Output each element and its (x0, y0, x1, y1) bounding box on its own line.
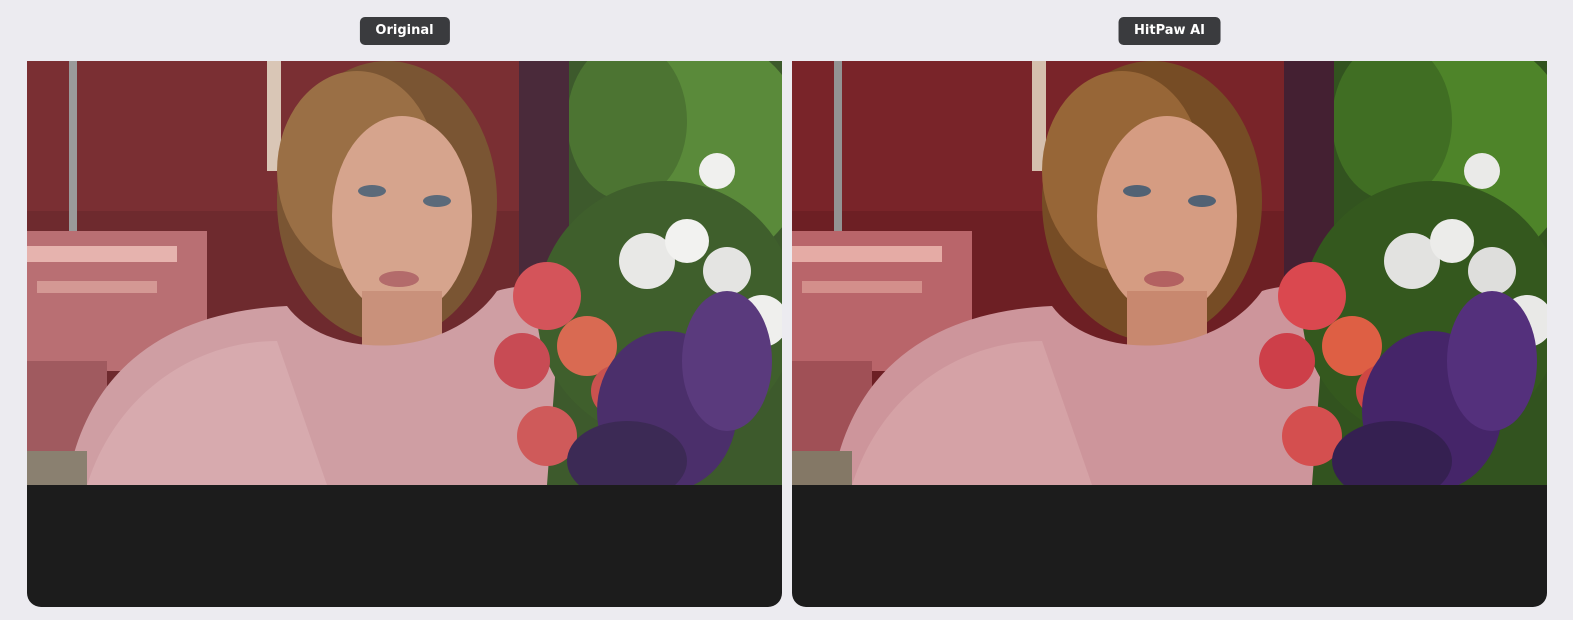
portrait-photo (27, 61, 782, 485)
original-panel: Original (27, 0, 782, 620)
enhanced-image (792, 61, 1547, 485)
original-image (27, 61, 782, 485)
original-label: Original (359, 17, 450, 45)
comparison-page: Original HitPaw AI (0, 0, 1573, 620)
enhanced-panel: HitPaw AI (792, 0, 1547, 620)
portrait-photo-enhanced (792, 61, 1547, 485)
enhanced-label: HitPaw AI (1118, 17, 1221, 45)
